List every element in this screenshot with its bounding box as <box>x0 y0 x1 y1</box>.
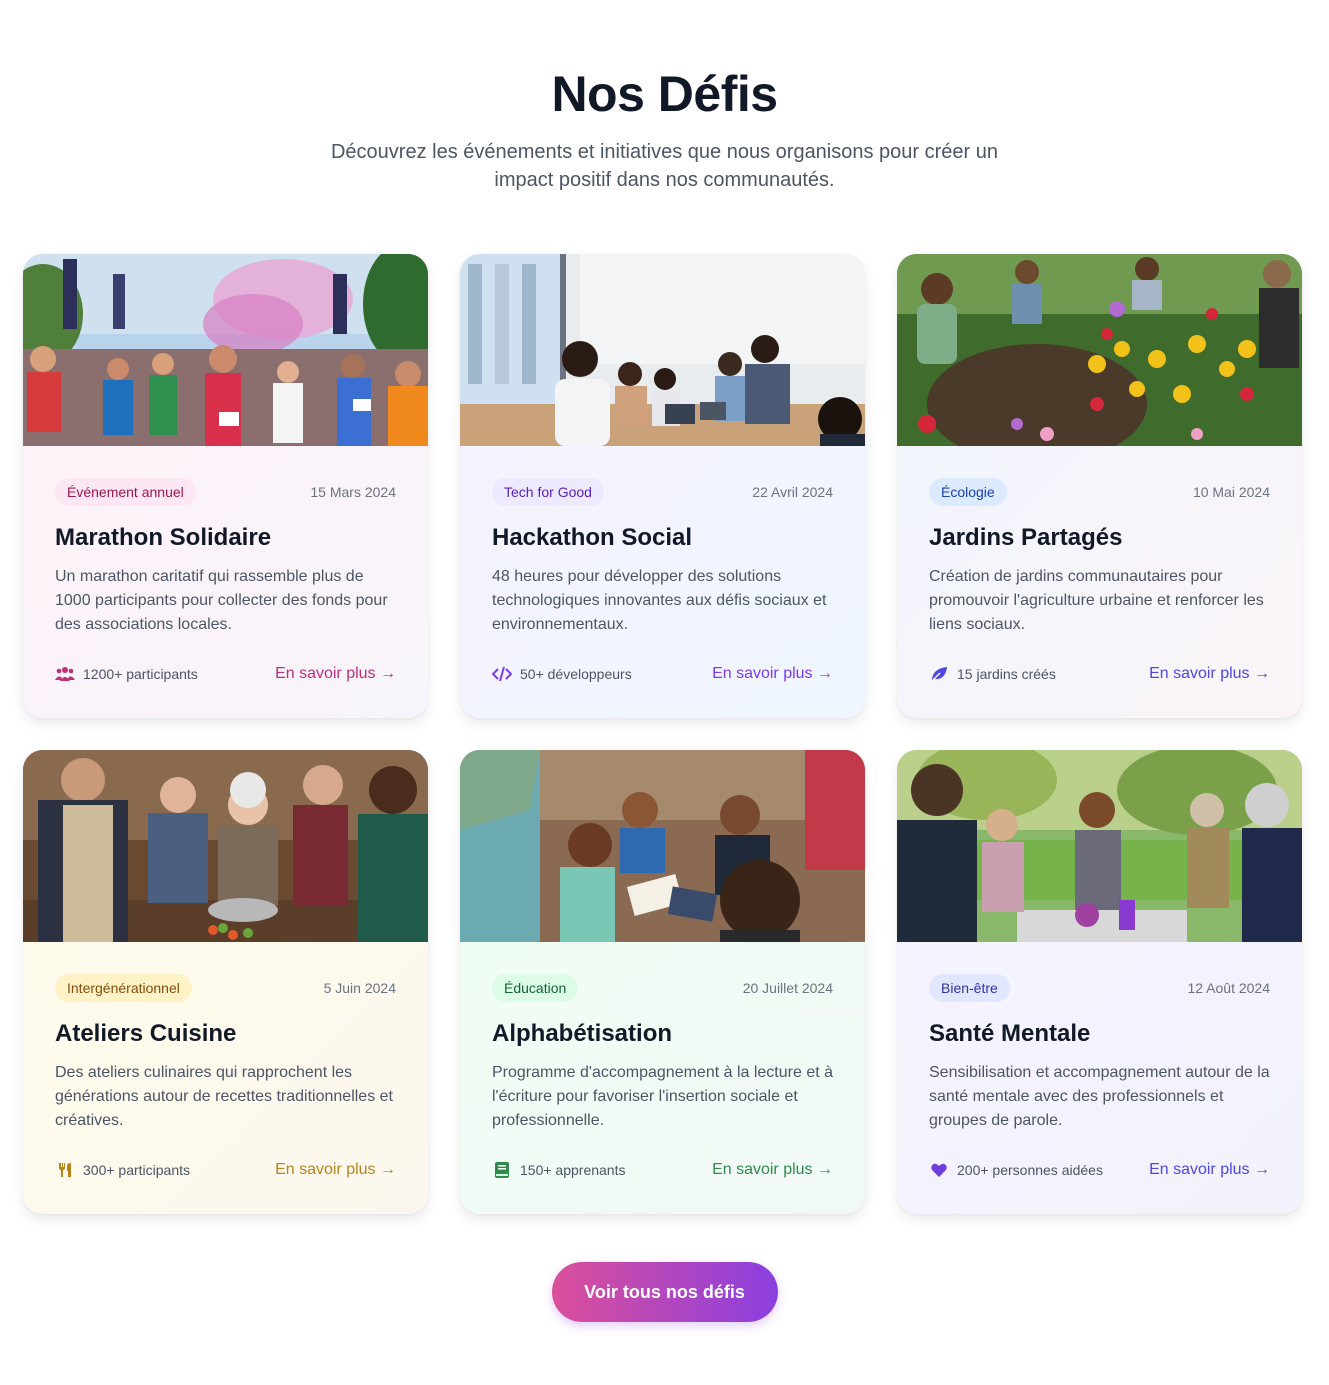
learn-more-link[interactable]: En savoir plus → <box>1149 665 1270 683</box>
card-title: Jardins Partagés <box>929 524 1123 551</box>
card-footer: 1200+ participants En savoir plus → <box>55 662 396 686</box>
event-date: 22 Avril 2024 <box>752 484 833 500</box>
card-meta: Tech for Good 22 Avril 2024 <box>492 478 833 506</box>
support-group-park-photo <box>897 750 1302 942</box>
event-date: 5 Juin 2024 <box>323 980 396 996</box>
category-badge: Intergénérationnel <box>55 974 192 1002</box>
card-body: Bien-être 12 Août 2024 Santé Mentale Sen… <box>897 942 1302 1214</box>
card-stat: 1200+ participants <box>55 665 198 683</box>
children-reading-photo <box>460 750 865 942</box>
card-meta: Bien-être 12 Août 2024 <box>929 974 1270 1002</box>
section-header: Nos Défis Découvrez les événements et in… <box>0 0 1329 194</box>
card-stat: 200+ personnes aidées <box>929 1161 1103 1179</box>
card-description: Création de jardins communautaires pour … <box>929 568 1264 633</box>
card-title: Hackathon Social <box>492 524 693 551</box>
card-footer: 50+ développeurs En savoir plus → <box>492 662 833 686</box>
card-description: 48 heures pour développer des solutions … <box>492 568 827 633</box>
card-body: Éducation 20 Juillet 2024 Alphabétisatio… <box>460 942 865 1214</box>
section-title: Nos Défis <box>551 66 778 122</box>
card-title: Ateliers Cuisine <box>55 1020 237 1047</box>
stat-label: 150+ apprenants <box>520 1162 626 1178</box>
learn-more-link[interactable]: En savoir plus → <box>275 665 396 683</box>
marathon-runners-photo <box>23 254 428 446</box>
card-footer: 300+ participants En savoir plus → <box>55 1158 396 1182</box>
section-subtitle: Découvrez les événements et initiatives … <box>330 141 999 191</box>
card-description: Des ateliers culinaires qui rapprochent … <box>55 1064 393 1129</box>
card-title: Alphabétisation <box>492 1020 673 1047</box>
category-badge: Éducation <box>492 974 579 1002</box>
card-footer: 200+ personnes aidées En savoir plus → <box>929 1158 1270 1182</box>
card-body: Intergénérationnel 5 Juin 2024 Ateliers … <box>23 942 428 1214</box>
challenges-grid: Événement annuel 15 Mars 2024 Marathon S… <box>23 254 1303 1214</box>
card-footer: 15 jardins créés En savoir plus → <box>929 662 1270 686</box>
stat-label: 15 jardins créés <box>957 666 1056 682</box>
card-title: Santé Mentale <box>929 1020 1091 1047</box>
event-date: 12 Août 2024 <box>1187 980 1270 996</box>
utensils-icon <box>55 1161 75 1179</box>
card-footer: 150+ apprenants En savoir plus → <box>492 1158 833 1182</box>
stat-label: 1200+ participants <box>83 666 198 682</box>
challenge-card: Intergénérationnel 5 Juin 2024 Ateliers … <box>23 750 428 1214</box>
card-body: Tech for Good 22 Avril 2024 Hackathon So… <box>460 446 865 718</box>
card-stat: 15 jardins créés <box>929 665 1056 683</box>
card-meta: Intergénérationnel 5 Juin 2024 <box>55 974 396 1002</box>
cooking-workshop-photo <box>23 750 428 942</box>
cta-container: Voir tous nos défis <box>0 1262 1329 1322</box>
stat-label: 300+ participants <box>83 1162 191 1178</box>
card-meta: Éducation 20 Juillet 2024 <box>492 974 833 1002</box>
challenge-card: Écologie 10 Mai 2024 Jardins Partagés Cr… <box>897 254 1302 718</box>
category-badge: Écologie <box>929 478 1007 506</box>
challenge-card: Événement annuel 15 Mars 2024 Marathon S… <box>23 254 428 718</box>
hackathon-team-photo <box>460 254 865 446</box>
users-icon <box>55 665 75 683</box>
category-badge: Événement annuel <box>55 478 196 506</box>
view-all-challenges-button[interactable]: Voir tous nos défis <box>551 1262 778 1322</box>
card-stat: 150+ apprenants <box>492 1161 625 1179</box>
event-date: 10 Mai 2024 <box>1192 484 1270 500</box>
card-meta: Écologie 10 Mai 2024 <box>929 478 1270 506</box>
card-description: Programme d'accompagnement à la lecture … <box>492 1064 834 1129</box>
card-title: Marathon Solidaire <box>55 524 272 551</box>
card-body: Écologie 10 Mai 2024 Jardins Partagés Cr… <box>897 446 1302 718</box>
event-date: 20 Juillet 2024 <box>742 980 833 996</box>
card-description: Un marathon caritatif qui rassemble plus… <box>55 568 388 633</box>
card-meta: Événement annuel 15 Mars 2024 <box>55 478 396 506</box>
learn-more-link[interactable]: En savoir plus → <box>712 1161 833 1179</box>
book-icon <box>492 1161 512 1179</box>
code-icon <box>492 665 512 683</box>
card-stat: 50+ développeurs <box>492 665 632 683</box>
community-garden-photo <box>897 254 1302 446</box>
learn-more-link[interactable]: En savoir plus → <box>275 1161 396 1179</box>
learn-more-link[interactable]: En savoir plus → <box>712 665 833 683</box>
card-description: Sensibilisation et accompagnement autour… <box>929 1064 1270 1129</box>
category-badge: Tech for Good <box>492 478 604 506</box>
card-stat: 300+ participants <box>55 1161 190 1179</box>
leaf-icon <box>929 665 949 683</box>
stat-label: 200+ personnes aidées <box>957 1162 1103 1178</box>
category-badge: Bien-être <box>929 974 1010 1002</box>
learn-more-link[interactable]: En savoir plus → <box>1149 1161 1270 1179</box>
challenge-card: Éducation 20 Juillet 2024 Alphabétisatio… <box>460 750 865 1214</box>
heart-icon <box>929 1161 949 1179</box>
challenge-card: Tech for Good 22 Avril 2024 Hackathon So… <box>460 254 865 718</box>
card-body: Événement annuel 15 Mars 2024 Marathon S… <box>23 446 428 718</box>
event-date: 15 Mars 2024 <box>310 484 396 500</box>
stat-label: 50+ développeurs <box>520 666 632 682</box>
challenge-card: Bien-être 12 Août 2024 Santé Mentale Sen… <box>897 750 1302 1214</box>
